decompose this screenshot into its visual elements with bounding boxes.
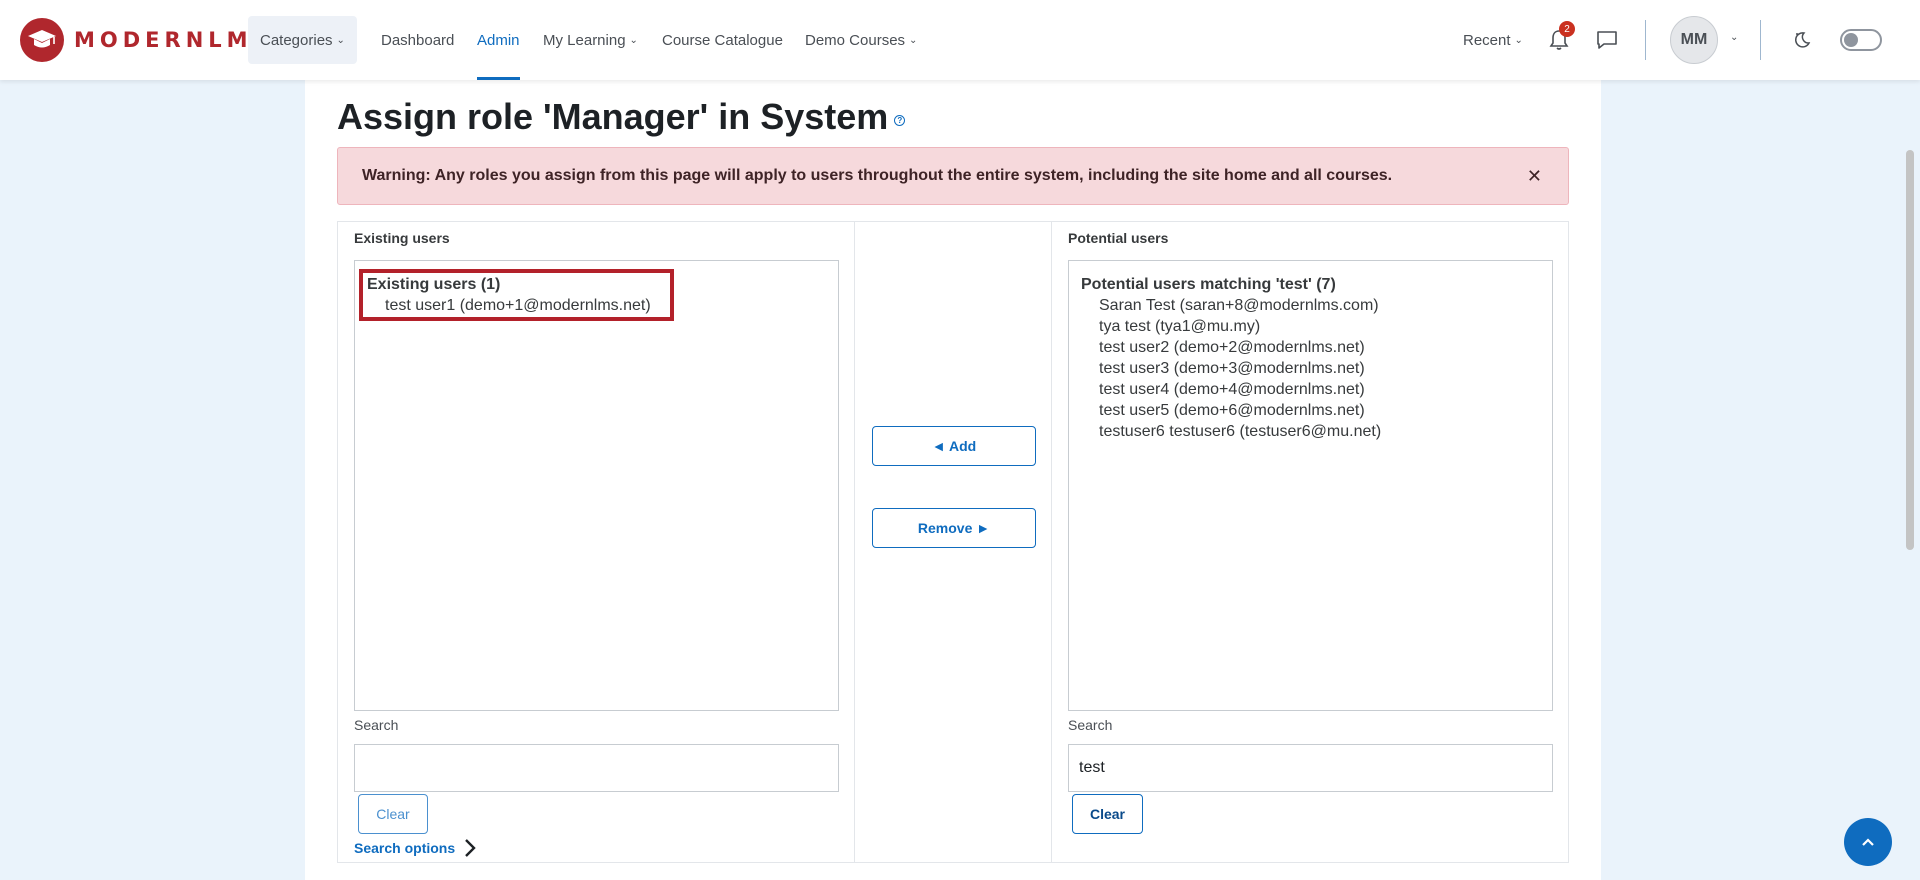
chevron-down-icon: ⌄ [336, 34, 345, 46]
chevron-down-icon: ⌄ [1514, 34, 1523, 46]
role-assign-table: Existing users Existing users (1) test u… [337, 221, 1569, 863]
potential-user-option[interactable]: test user5 (demo+6@modernlms.net) [1099, 402, 1365, 420]
existing-search-input[interactable] [354, 744, 839, 792]
remove-button[interactable]: Remove ► [872, 508, 1036, 548]
close-icon[interactable]: ✕ [1527, 166, 1542, 187]
messages-button[interactable] [1591, 24, 1623, 56]
nav-demo-courses[interactable]: Demo Courses ⌄ [805, 0, 917, 80]
dark-mode-button[interactable] [1786, 24, 1818, 56]
potential-users-label: Potential users [1068, 230, 1169, 246]
warning-text: Warning: Any roles you assign from this … [362, 167, 1393, 184]
potential-users-group-title: Potential users matching 'test' (7) [1081, 276, 1336, 293]
search-options-label: Search options [354, 840, 456, 856]
back-to-top-button[interactable] [1844, 818, 1892, 866]
potential-user-option[interactable]: test user3 (demo+3@modernlms.net) [1099, 360, 1365, 378]
nav-admin-label: Admin [477, 31, 520, 49]
potential-user-option[interactable]: Saran Test (saran+8@modernlms.com) [1099, 297, 1379, 315]
potential-user-option[interactable]: testuser6 testuser6 (testuser6@mu.net) [1099, 423, 1381, 441]
potential-search-label: Search [1068, 717, 1113, 733]
top-navbar: MODERNLMS Categories ⌄ Dashboard Admin M… [0, 0, 1920, 80]
navbar-divider [1760, 20, 1761, 60]
add-button[interactable]: ◄ Add [872, 426, 1036, 466]
nav-categories[interactable]: Categories ⌄ [248, 16, 357, 64]
nav-dashboard-label: Dashboard [381, 31, 455, 49]
potential-user-option[interactable]: tya test (tya1@mu.my) [1099, 318, 1260, 336]
nav-recent[interactable]: Recent ⌄ [1463, 0, 1523, 80]
potential-user-option[interactable]: test user4 (demo+4@modernlms.net) [1099, 381, 1365, 399]
navbar-divider [1645, 20, 1646, 60]
existing-users-select[interactable]: Existing users (1) test user1 (demo+1@mo… [354, 260, 839, 711]
search-options-link[interactable]: Search options [354, 838, 479, 858]
highlight-annotation [359, 269, 674, 321]
graduation-cap-icon [20, 18, 64, 62]
nav-categories-label: Categories [260, 31, 333, 49]
site-logo[interactable]: MODERNLMS [20, 18, 273, 62]
notification-count-badge: 2 [1559, 21, 1575, 37]
chevron-down-icon: ⌄ [629, 34, 638, 46]
nav-course-catalogue[interactable]: Course Catalogue [662, 0, 783, 80]
page-title: Assign role 'Manager' in System ? [337, 96, 906, 138]
nav-course-catalogue-label: Course Catalogue [662, 31, 783, 49]
user-avatar[interactable]: MM [1670, 16, 1718, 64]
moon-icon [1794, 32, 1811, 48]
edit-mode-toggle[interactable] [1840, 29, 1882, 51]
chevron-right-icon [465, 839, 476, 857]
existing-search-label: Search [354, 717, 399, 733]
nav-my-learning[interactable]: My Learning ⌄ [543, 0, 638, 80]
brand-name: MODERNLMS [74, 28, 273, 52]
chat-bubble-icon [1597, 31, 1617, 49]
potential-clear-button[interactable]: Clear [1072, 794, 1143, 834]
potential-users-select[interactable]: Potential users matching 'test' (7) Sara… [1068, 260, 1553, 711]
nav-demo-courses-label: Demo Courses [805, 31, 906, 49]
existing-clear-button[interactable]: Clear [358, 794, 428, 834]
chevron-down-icon: ⌄ [909, 34, 918, 46]
column-divider [1051, 222, 1052, 862]
potential-search-input[interactable] [1068, 744, 1553, 792]
nav-my-learning-label: My Learning [543, 31, 626, 49]
nav-admin[interactable]: Admin [477, 0, 520, 80]
page-title-text: Assign role 'Manager' in System [337, 96, 889, 137]
help-icon[interactable]: ? [894, 114, 906, 126]
page-scrollbar[interactable] [1906, 150, 1914, 550]
existing-users-label: Existing users [354, 230, 450, 246]
chevron-up-icon [1862, 838, 1874, 846]
potential-user-option[interactable]: test user2 (demo+2@modernlms.net) [1099, 339, 1365, 357]
column-divider [854, 222, 855, 862]
system-warning-alert: Warning: Any roles you assign from this … [337, 147, 1569, 205]
nav-recent-label: Recent [1463, 31, 1511, 49]
nav-dashboard[interactable]: Dashboard [381, 0, 454, 80]
notifications-button[interactable]: 2 [1543, 21, 1575, 56]
chevron-down-icon[interactable]: ⌄ [1730, 32, 1738, 43]
